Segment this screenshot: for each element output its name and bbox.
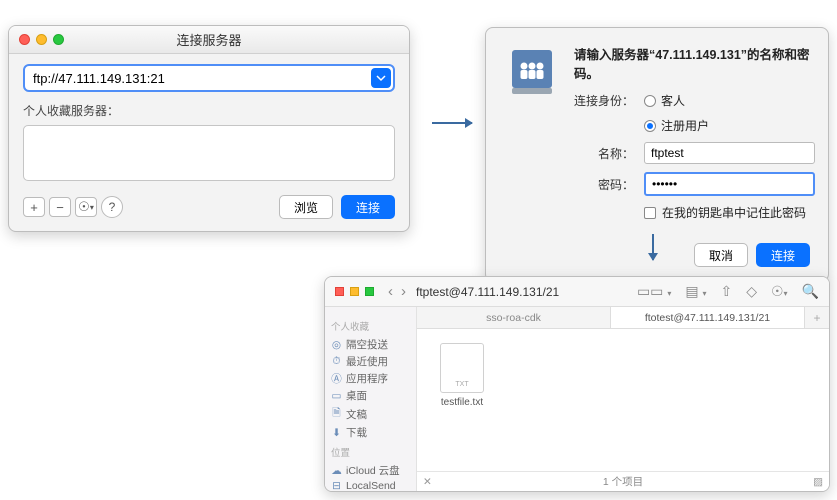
- close-icon[interactable]: [335, 287, 344, 296]
- action-menu-button[interactable]: ☉▾: [75, 197, 97, 217]
- window-title: 连接服务器: [176, 30, 241, 49]
- minimize-icon[interactable]: [350, 287, 359, 296]
- file-item[interactable]: testfile.txt: [431, 343, 493, 408]
- connect-button[interactable]: 连接: [341, 195, 395, 219]
- server-address-input[interactable]: [23, 64, 395, 92]
- sb-localsend[interactable]: ⊟LocalSend: [331, 479, 410, 491]
- password-label: 密码：: [574, 176, 644, 193]
- resize-icon: ▨: [813, 476, 823, 488]
- registered-user-radio[interactable]: [644, 120, 656, 132]
- help-button[interactable]: ?: [101, 196, 123, 218]
- remember-checkbox[interactable]: [644, 207, 656, 219]
- minimize-icon[interactable]: [36, 34, 47, 45]
- username-input[interactable]: [644, 142, 815, 164]
- forward-button[interactable]: ›: [401, 283, 406, 300]
- add-favorite-button[interactable]: +: [23, 197, 45, 217]
- disk-icon: ⊟: [331, 480, 342, 491]
- connect-server-window: 连接服务器 个人收藏服务器： + − ☉▾ ? 浏览 连接: [8, 25, 410, 232]
- remember-label: 在我的钥匙串中记住此密码: [662, 204, 806, 221]
- clock-icon: ⏱: [331, 355, 342, 368]
- status-bar: ✕ 1 个项目 ▨: [417, 471, 829, 491]
- window-controls: [335, 287, 374, 296]
- sb-apps[interactable]: Ⓐ应用程序: [331, 370, 410, 387]
- finder-sidebar: 个人收藏 ◎隔空投送 ⏱最近使用 Ⓐ应用程序 ▭桌面 🗎文稿 ⬇下载 位置 ☁i…: [325, 307, 417, 491]
- desktop-icon: ▭: [331, 390, 342, 402]
- action-button[interactable]: ☉▾: [771, 283, 788, 300]
- history-dropdown-button[interactable]: [371, 68, 391, 88]
- sb-docs[interactable]: 🗎文稿: [331, 404, 410, 424]
- password-input[interactable]: [644, 172, 815, 196]
- airdrop-icon: ◎: [331, 339, 342, 351]
- titlebar: 连接服务器: [9, 26, 409, 54]
- document-icon: 🗎: [331, 405, 342, 423]
- finder-window: ‹ › ftptest@47.111.149.131/21 ▭▭ ▾ ▤ ▾ ⇧…: [324, 276, 830, 492]
- search-button[interactable]: 🔍: [802, 283, 819, 300]
- group-button[interactable]: ▤ ▾: [685, 283, 706, 300]
- path-title: ftptest@47.111.149.131/21: [416, 285, 559, 299]
- cloud-icon: ☁: [331, 465, 342, 477]
- favorites-label: 个人收藏服务器：: [23, 102, 395, 119]
- sb-downloads[interactable]: ⬇下载: [331, 424, 410, 441]
- share-button[interactable]: ⇧: [720, 283, 732, 300]
- file-area[interactable]: testfile.txt: [417, 329, 829, 471]
- disconnect-button[interactable]: ✕: [423, 476, 432, 488]
- guest-label: 客人: [661, 92, 685, 109]
- tab-1[interactable]: sso-roa-cdk: [417, 307, 611, 328]
- file-name: testfile.txt: [431, 397, 493, 408]
- name-label: 名称：: [574, 145, 644, 162]
- sb-desktop[interactable]: ▭桌面: [331, 387, 410, 404]
- sb-favorites-head: 个人收藏: [331, 319, 410, 333]
- favorites-list[interactable]: [23, 125, 395, 181]
- maximize-icon[interactable]: [53, 34, 64, 45]
- auth-prompt-text: 请输入服务器“47.111.149.131”的名称和密码。: [574, 44, 815, 82]
- finder-toolbar: ‹ › ftptest@47.111.149.131/21 ▭▭ ▾ ▤ ▾ ⇧…: [325, 277, 829, 307]
- browse-button[interactable]: 浏览: [279, 195, 333, 219]
- identity-label: 连接身份：: [574, 92, 644, 109]
- back-button[interactable]: ‹: [388, 283, 393, 300]
- maximize-icon[interactable]: [365, 287, 374, 296]
- sb-recent[interactable]: ⏱最近使用: [331, 353, 410, 370]
- remove-favorite-button[interactable]: −: [49, 197, 71, 217]
- flow-arrow-icon: [652, 234, 654, 260]
- registered-user-label: 注册用户: [661, 117, 709, 134]
- cancel-button[interactable]: 取消: [694, 243, 748, 267]
- tab-2[interactable]: ftotest@47.111.149.131/21: [611, 307, 805, 328]
- sb-locations-head: 位置: [331, 445, 410, 459]
- window-controls: [19, 34, 64, 45]
- download-icon: ⬇: [331, 427, 342, 439]
- chevron-down-icon: [376, 73, 386, 83]
- close-icon[interactable]: [19, 34, 30, 45]
- item-count: 1 个项目: [603, 474, 643, 489]
- sb-icloud[interactable]: ☁iCloud 云盘: [331, 462, 410, 479]
- server-icon: [504, 44, 560, 100]
- flow-arrow-icon: [432, 122, 472, 124]
- view-mode-button[interactable]: ▭▭ ▾: [637, 283, 671, 300]
- new-tab-button[interactable]: +: [805, 307, 829, 328]
- auth-dialog: 请输入服务器“47.111.149.131”的名称和密码。 连接身份： 客人 注…: [485, 27, 829, 282]
- apps-icon: Ⓐ: [331, 371, 342, 386]
- tag-button[interactable]: ◇: [746, 283, 757, 300]
- guest-radio[interactable]: [644, 95, 656, 107]
- sb-airdrop[interactable]: ◎隔空投送: [331, 336, 410, 353]
- auth-connect-button[interactable]: 连接: [756, 243, 810, 267]
- file-icon: [440, 343, 484, 393]
